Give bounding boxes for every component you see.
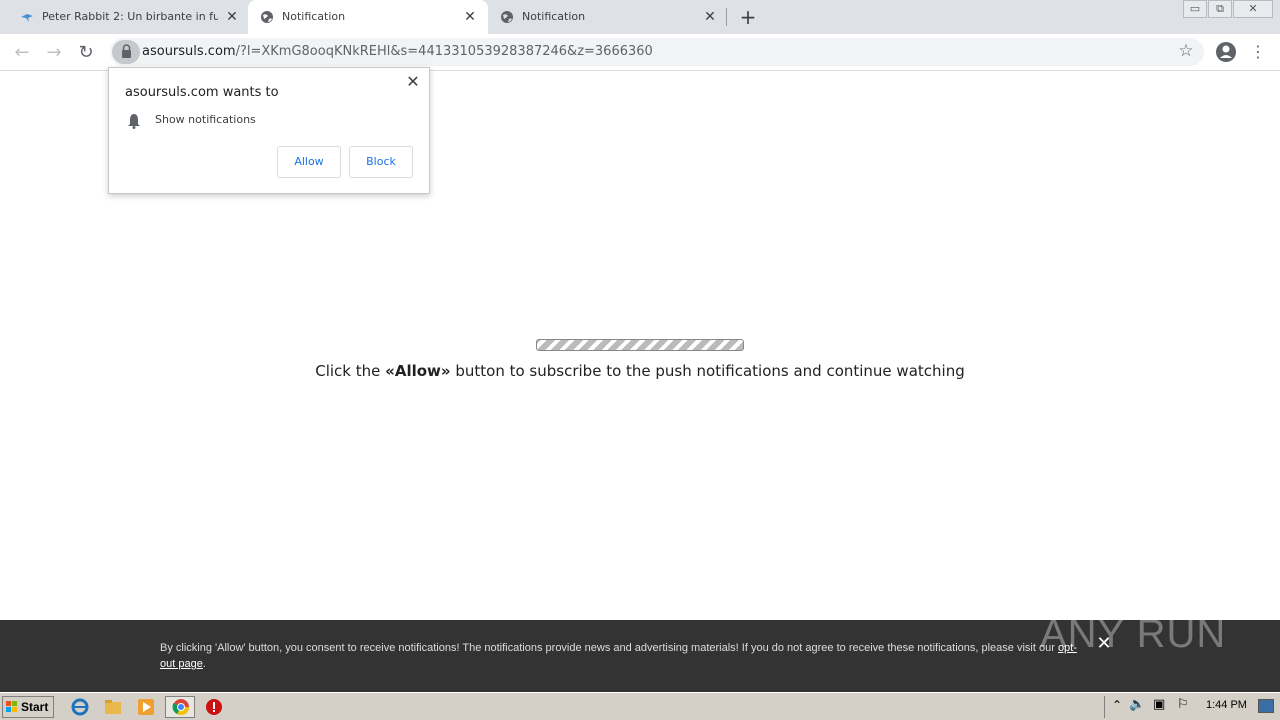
- loading-progress-bar: [536, 339, 744, 351]
- tab-notification-active[interactable]: Notification ✕: [248, 0, 488, 34]
- bookmark-star-icon[interactable]: ☆: [1176, 41, 1196, 61]
- profile-avatar-icon[interactable]: [1215, 41, 1237, 63]
- bird-icon: [21, 14, 33, 22]
- media-player-icon[interactable]: [137, 698, 155, 716]
- reload-button[interactable]: ↻: [75, 42, 97, 64]
- internet-explorer-icon[interactable]: [71, 698, 89, 716]
- tab-title: Notification: [282, 10, 346, 23]
- windows-logo-icon: [6, 701, 17, 712]
- cta-suffix: button to subscribe to the push notifica…: [450, 362, 965, 380]
- popup-title: asoursuls.com wants to: [125, 85, 279, 100]
- windows-taskbar: Start ⌃ 🔈 ▣ ⚐ 1:44 PM: [0, 692, 1280, 720]
- volume-icon[interactable]: 🔈: [1129, 697, 1145, 712]
- minimize-button[interactable]: ▭: [1183, 0, 1207, 18]
- browser-toolbar: ← → ↻ asoursuls.com/?l=XKmG8ooqKNkREHl&s…: [0, 34, 1280, 71]
- tab-close-icon[interactable]: ✕: [224, 9, 240, 25]
- close-window-button[interactable]: ✕: [1233, 0, 1273, 18]
- tab-divider: [726, 8, 727, 26]
- kebab-menu-icon[interactable]: ⋮: [1250, 40, 1266, 64]
- allow-button[interactable]: Allow: [277, 146, 341, 178]
- network-icon[interactable]: ▣: [1153, 697, 1165, 712]
- stop-sign-icon[interactable]: [205, 698, 223, 716]
- tab-title: Notification: [522, 10, 586, 23]
- tab-title: Peter Rabbit 2: Un birbante in fuga (: [42, 10, 218, 23]
- folder-icon[interactable]: [104, 698, 122, 716]
- block-button[interactable]: Block: [349, 146, 413, 178]
- back-button[interactable]: ←: [11, 42, 33, 64]
- restore-button[interactable]: ⧉: [1208, 0, 1232, 18]
- url-path: /?l=XKmG8ooqKNkREHl&s=441331053928387246…: [235, 44, 653, 59]
- permission-label: Show notifications: [155, 113, 256, 126]
- subscribe-instruction: Click the «Allow» button to subscribe to…: [0, 362, 1280, 380]
- bell-icon: [128, 114, 140, 129]
- show-desktop-icon[interactable]: [1258, 699, 1274, 713]
- tab-close-icon[interactable]: ✕: [702, 9, 718, 25]
- system-tray: ⌃ 🔈 ▣ ⚐: [1104, 696, 1280, 718]
- globe-icon: [501, 11, 513, 23]
- cta-prefix: Click the: [315, 362, 386, 380]
- tab-close-icon[interactable]: ✕: [462, 9, 478, 25]
- consent-message: By clicking 'Allow' button, you consent …: [160, 642, 1058, 654]
- anyrun-watermark: ANY RUN: [1040, 612, 1227, 656]
- new-tab-button[interactable]: +: [738, 7, 758, 27]
- url-host: asoursuls.com: [142, 44, 236, 59]
- globe-icon: [261, 11, 273, 23]
- chrome-taskbar-button[interactable]: [165, 696, 195, 718]
- taskbar-clock[interactable]: 1:44 PM: [1206, 699, 1247, 711]
- lock-icon[interactable]: [112, 40, 140, 64]
- cta-allow-word: «Allow»: [385, 362, 451, 380]
- tray-expand-icon[interactable]: ⌃: [1112, 698, 1122, 712]
- tab-peter-rabbit[interactable]: Peter Rabbit 2: Un birbante in fuga ( ✕: [8, 0, 244, 34]
- consent-text-end: .: [202, 658, 206, 670]
- url-text: asoursuls.com/?l=XKmG8ooqKNkREHl&s=44133…: [142, 44, 653, 59]
- start-button[interactable]: Start: [2, 696, 54, 718]
- notification-permission-popup: asoursuls.com wants to ✕ Show notificati…: [108, 67, 430, 194]
- action-center-flag-icon[interactable]: ⚐: [1177, 697, 1189, 712]
- popup-close-icon[interactable]: ✕: [405, 74, 421, 90]
- address-bar[interactable]: asoursuls.com/?l=XKmG8ooqKNkREHl&s=44133…: [110, 38, 1204, 66]
- tab-notification[interactable]: Notification ✕: [488, 0, 724, 34]
- forward-button[interactable]: →: [43, 42, 65, 64]
- start-label: Start: [21, 700, 49, 714]
- consent-text: By clicking 'Allow' button, you consent …: [160, 640, 1080, 672]
- tab-bar: Peter Rabbit 2: Un birbante in fuga ( ✕ …: [0, 0, 1280, 34]
- chrome-icon: [172, 699, 190, 716]
